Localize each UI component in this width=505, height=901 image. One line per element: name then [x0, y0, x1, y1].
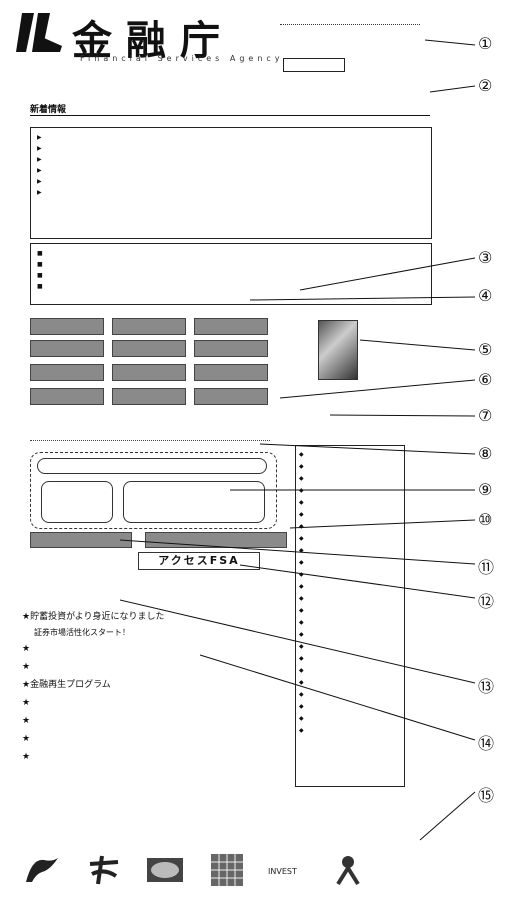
- callout-marker: ⑮: [478, 786, 495, 805]
- callout-marker: ②: [478, 76, 493, 95]
- callout-marker: ①: [478, 34, 493, 53]
- callout-marker: ⑦: [478, 406, 493, 425]
- callout-marker: ⑪: [478, 558, 495, 577]
- callout-marker: ⑩: [478, 510, 493, 529]
- callout-arrows: [119, 39, 476, 841]
- callout-marker: ⑬: [478, 677, 495, 696]
- callout-marker: ⑨: [478, 480, 493, 499]
- callout-marker: ③: [478, 248, 493, 267]
- callout-marker: ⑥: [478, 370, 493, 389]
- callout-marker: ⑭: [478, 734, 495, 753]
- callout-marker: ⑧: [478, 444, 493, 463]
- callout-marker: ④: [478, 286, 493, 305]
- callout-marker: ⑤: [478, 340, 493, 359]
- callout-marker: ⑫: [478, 592, 495, 611]
